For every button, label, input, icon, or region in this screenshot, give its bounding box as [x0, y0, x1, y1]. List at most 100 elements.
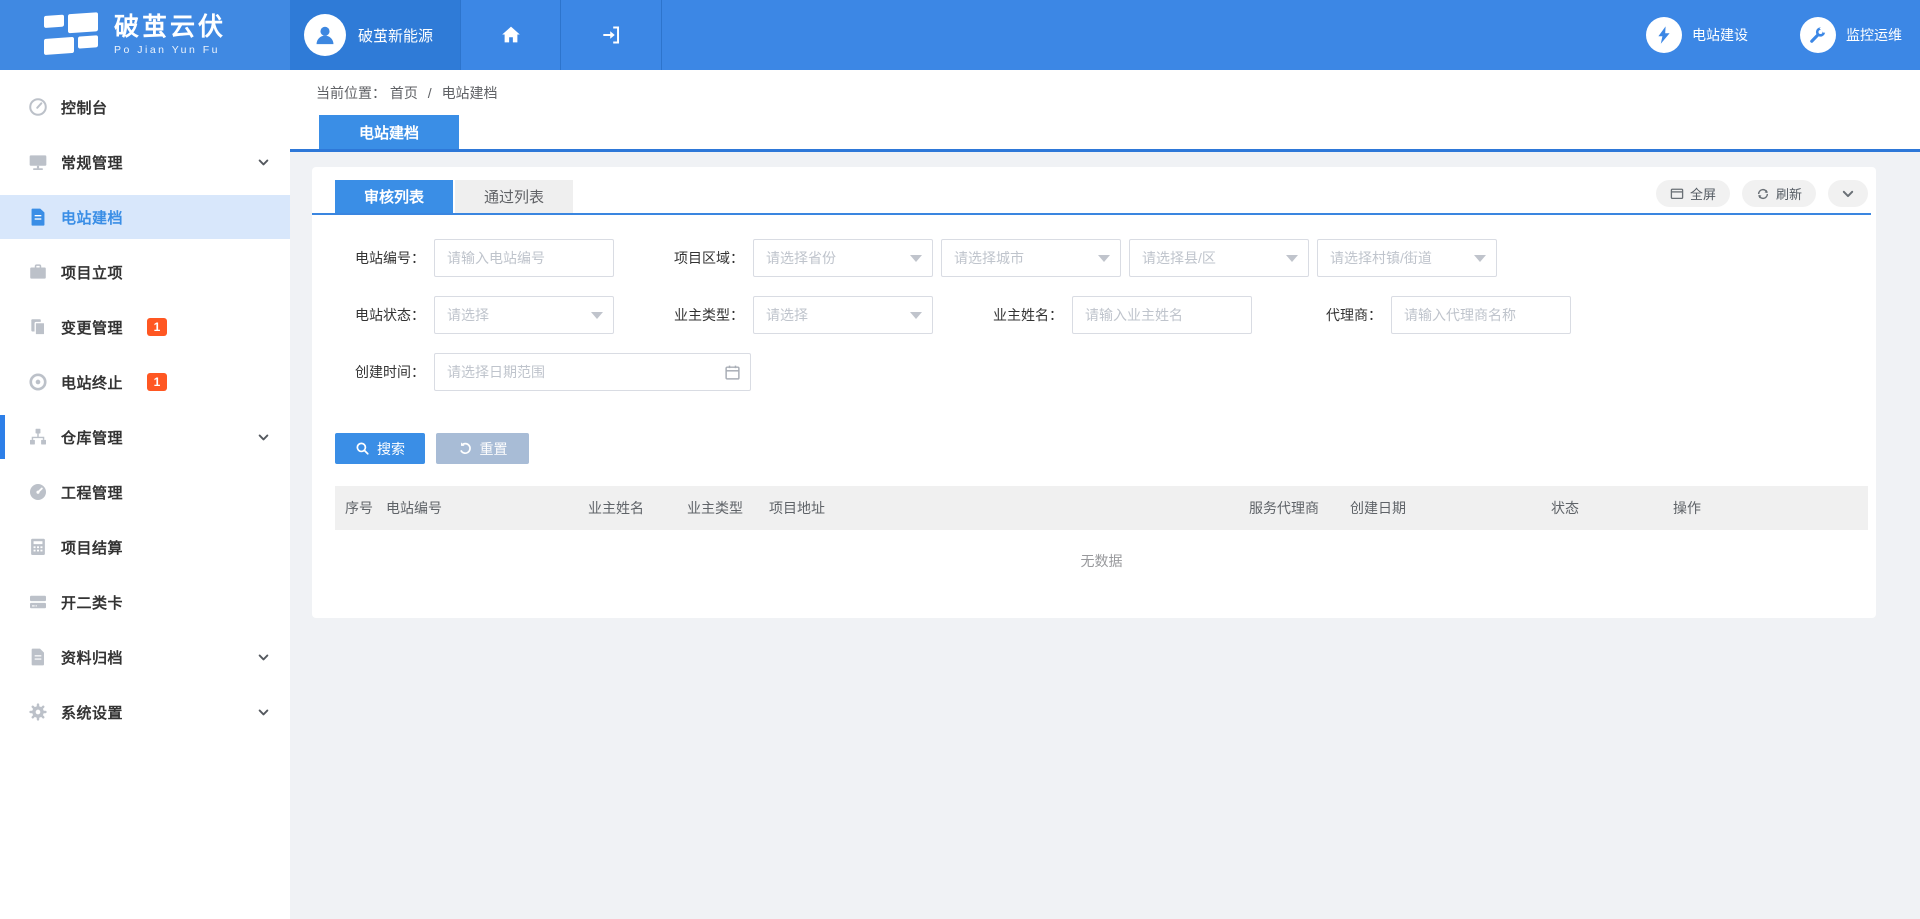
breadcrumb-separator: / [428, 85, 432, 101]
chevron-down-icon [257, 706, 270, 719]
archive-file-icon [28, 647, 48, 667]
chevron-down-icon [257, 156, 270, 169]
copy-icon [28, 317, 48, 337]
sidebar-item-label: 控制台 [61, 97, 108, 118]
breadcrumb-strip: 当前位置： 首页 / 电站建档 电站建档 [290, 70, 1920, 152]
col-service-agent: 服务代理商 [1249, 498, 1350, 518]
station-status-select[interactable]: 请选择 [434, 296, 614, 334]
calendar-icon [724, 364, 741, 381]
breadcrumb-home-link[interactable]: 首页 [390, 85, 418, 101]
refresh-button[interactable]: 刷新 [1742, 180, 1816, 207]
tab-review-list[interactable]: 审核列表 [335, 180, 453, 213]
sidebar-item-data-archive[interactable]: 资料归档 [0, 635, 290, 679]
col-owner-type: 业主类型 [687, 498, 769, 518]
station-no-label: 电站编号： [335, 248, 434, 268]
sidebar-item-label: 工程管理 [61, 482, 123, 503]
sidebar-item-engineering-management[interactable]: 工程管理 [0, 470, 290, 514]
login-arrow-icon [600, 24, 622, 46]
caret-down-icon [1474, 255, 1486, 262]
col-actions: 操作 [1673, 498, 1868, 518]
home-icon [500, 24, 522, 46]
current-tenant[interactable]: 破茧新能源 [290, 0, 460, 70]
sidebar-item-label: 电站建档 [61, 207, 123, 228]
owner-type-select[interactable]: 请选择 [753, 296, 933, 334]
col-project-address: 项目地址 [769, 498, 1249, 518]
refresh-label: 刷新 [1776, 184, 1802, 203]
briefcase-icon [28, 262, 48, 282]
sidebar-item-label: 仓库管理 [61, 427, 123, 448]
chevron-down-icon [257, 651, 270, 664]
sidebar-item-label: 项目结算 [61, 537, 123, 558]
sidebar-item-project-settlement[interactable]: 项目结算 [0, 525, 290, 569]
sidebar-item-label: 常规管理 [61, 152, 123, 173]
sidebar-item-change-management[interactable]: 变更管理 1 [0, 305, 290, 349]
dashboard-icon [28, 482, 48, 502]
station-no-input[interactable] [434, 239, 614, 277]
lightning-icon [1646, 17, 1682, 53]
sidebar-item-warehouse-management[interactable]: 仓库管理 [0, 415, 290, 459]
wrench-icon [1800, 17, 1836, 53]
province-select[interactable]: 请选择省份 [753, 239, 933, 277]
sidebar-item-general-management[interactable]: 常规管理 [0, 140, 290, 184]
chevron-down-icon [257, 431, 270, 444]
owner-name-input[interactable] [1072, 296, 1252, 334]
sidebar-item-label: 变更管理 [61, 317, 123, 338]
sidebar-item-console[interactable]: 控制台 [0, 85, 290, 129]
col-owner-name: 业主姓名 [588, 498, 687, 518]
monitor-icon [28, 152, 48, 172]
reset-label: 重置 [480, 439, 508, 459]
caret-down-icon [1286, 255, 1298, 262]
county-select[interactable]: 请选择县/区 [1129, 239, 1309, 277]
app-logo: 破茧云伏 Po Jian Yun Fu [0, 0, 290, 70]
list-tabs-row: 审核列表 通过列表 全屏 刷新 [312, 175, 1871, 215]
collapse-button[interactable] [1828, 180, 1868, 207]
caret-down-icon [910, 255, 922, 262]
user-avatar-icon [304, 14, 346, 56]
date-range-input[interactable] [434, 353, 751, 391]
main-content: 当前位置： 首页 / 电站建档 电站建档 审核列表 通过列表 全屏 [290, 70, 1920, 919]
page-tab-station-filing[interactable]: 电站建档 [319, 115, 459, 149]
logo-title: 破茧云伏 [114, 14, 226, 42]
record-icon [28, 372, 48, 392]
reset-button[interactable]: 重置 [436, 433, 529, 464]
agent-input[interactable] [1391, 296, 1571, 334]
sitemap-icon [28, 427, 48, 447]
breadcrumb-current: 电站建档 [442, 85, 498, 101]
sidebar-item-label: 系统设置 [61, 702, 123, 723]
module-monitoring-ops[interactable]: 监控运维 [1800, 17, 1902, 53]
reset-icon [458, 441, 473, 456]
fullscreen-label: 全屏 [1690, 184, 1716, 203]
app-window: 破茧云伏 Po Jian Yun Fu 破茧新能源 电站建设 [0, 0, 1920, 919]
sidebar-item-label: 开二类卡 [61, 592, 123, 613]
home-button[interactable] [460, 0, 561, 70]
city-select[interactable]: 请选择城市 [941, 239, 1121, 277]
list-card: 审核列表 通过列表 全屏 刷新 [312, 167, 1876, 618]
region-label: 项目区域： [654, 248, 753, 268]
sidebar-item-system-settings[interactable]: 系统设置 [0, 690, 290, 734]
logout-button[interactable] [561, 0, 662, 70]
filter-row-1: 电站编号： 项目区域： 请选择省份 请选择城市 请 [335, 239, 1871, 277]
card-icon [28, 592, 48, 612]
sidebar-item-station-termination[interactable]: 电站终止 1 [0, 360, 290, 404]
fullscreen-button[interactable]: 全屏 [1656, 180, 1730, 207]
gear-icon [28, 702, 48, 722]
sidebar-item-label: 电站终止 [61, 372, 123, 393]
sidebar-item-project-initiation[interactable]: 项目立项 [0, 250, 290, 294]
town-select[interactable]: 请选择村镇/街道 [1317, 239, 1497, 277]
sidebar-item-type2-card[interactable]: 开二类卡 [0, 580, 290, 624]
chevron-down-icon [1841, 187, 1855, 201]
gauge-icon [28, 97, 48, 117]
sidebar-item-station-filing[interactable]: 电站建档 [0, 195, 290, 239]
date-range-field [434, 353, 751, 391]
user-name: 破茧新能源 [358, 25, 433, 46]
caret-down-icon [1098, 255, 1110, 262]
results-table: 序号 电站编号 业主姓名 业主类型 项目地址 服务代理商 创建日期 状态 操作 … [335, 486, 1868, 592]
tab-passed-list[interactable]: 通过列表 [455, 180, 573, 213]
notification-badge: 1 [147, 318, 167, 336]
create-time-label: 创建时间： [335, 362, 434, 382]
sidebar: 控制台 常规管理 电站建档 项目立项 变更管理 1 电站终止 1 仓库管理 [0, 70, 290, 919]
search-button[interactable]: 搜索 [335, 433, 425, 464]
filter-actions: 搜索 重置 [312, 410, 1871, 464]
module-station-construction[interactable]: 电站建设 [1646, 17, 1748, 53]
sidebar-item-label: 项目立项 [61, 262, 123, 283]
